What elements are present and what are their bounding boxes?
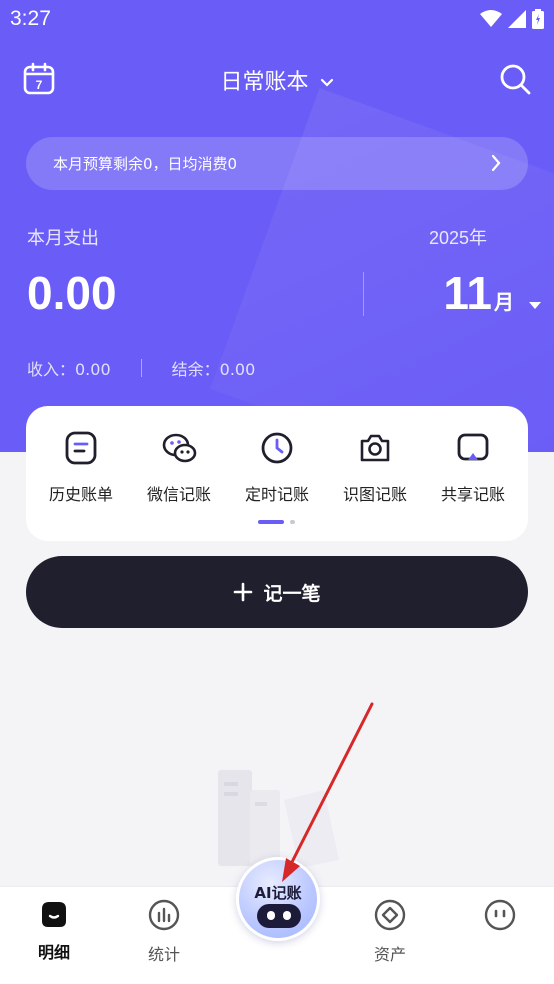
- caret-down-icon: [529, 302, 541, 309]
- monthly-spend-label: 本月支出: [27, 228, 99, 249]
- share-screen-icon: [457, 433, 489, 461]
- top-bar: 7 日常账本: [0, 54, 554, 106]
- quick-action-photo[interactable]: 识图记账: [326, 430, 424, 505]
- summary-divider: [140, 359, 142, 377]
- overview-divider: [363, 272, 364, 316]
- nav-label: 统计: [147, 945, 180, 964]
- status-bar: 3:27: [0, 0, 554, 38]
- empty-state-illustration: [218, 770, 339, 868]
- monthly-spend-value: 0.00: [27, 267, 117, 319]
- ai-bookkeeping-button[interactable]: AI记账: [236, 857, 320, 941]
- year-label: 2025年: [428, 228, 487, 248]
- chevron-right-icon: [491, 154, 501, 172]
- quick-action-label: 微信记账: [146, 485, 211, 504]
- wechat-icon: [162, 433, 197, 463]
- pager-dot-active: [258, 520, 284, 524]
- profile-face-icon: [484, 899, 516, 931]
- nav-tab-profile[interactable]: [450, 899, 550, 941]
- budget-banner[interactable]: 本月预算剩余0，日均消费0: [26, 137, 528, 190]
- quick-action-label: 共享记账: [440, 485, 505, 504]
- nav-label: 资产: [373, 945, 406, 964]
- balance-text: 结余：0.00: [171, 360, 256, 379]
- add-record-button[interactable]: 记一笔: [26, 556, 528, 628]
- nav-tab-detail[interactable]: 明细: [4, 899, 104, 963]
- signal-icon: [508, 10, 526, 28]
- ai-button-label: AI记账: [254, 884, 302, 902]
- chevron-down-icon: [320, 78, 333, 87]
- pager-dot: [290, 520, 295, 524]
- quick-action-label: 历史账单: [48, 485, 113, 504]
- nav-label: 明细: [37, 943, 70, 962]
- month-unit: 月: [494, 290, 514, 314]
- search-icon[interactable]: [498, 62, 532, 96]
- quick-action-label: 定时记账: [244, 485, 309, 504]
- add-record-label: 记一笔: [263, 582, 321, 605]
- asset-diamond-icon: [374, 899, 406, 931]
- nav-tab-stats[interactable]: 统计: [114, 899, 214, 965]
- ledger-title: 日常账本: [220, 70, 309, 95]
- plus-icon: [234, 582, 253, 602]
- quick-action-shared[interactable]: 共享记账: [424, 430, 522, 505]
- month-selector[interactable]: 11 月: [443, 266, 541, 320]
- quick-actions-pager: [258, 520, 295, 524]
- quick-action-history[interactable]: 历史账单: [32, 430, 130, 505]
- stats-icon: [148, 899, 180, 931]
- ledger-selector[interactable]: 日常账本: [0, 64, 554, 96]
- quick-action-label: 识图记账: [342, 485, 407, 504]
- budget-text: 本月预算剩余0，日均消费0: [53, 155, 238, 173]
- wifi-icon: [480, 10, 502, 27]
- clock-icon: [261, 432, 293, 464]
- status-icons: [480, 9, 544, 29]
- battery-icon: [532, 9, 544, 29]
- quick-action-wechat[interactable]: 微信记账: [130, 430, 228, 505]
- month-number: 11: [443, 267, 492, 319]
- robot-face-icon: [257, 904, 301, 928]
- income-balance-summary: 收入：0.00 结余：0.00: [27, 356, 255, 380]
- quick-action-scheduled[interactable]: 定时记账: [228, 430, 326, 505]
- income-text: 收入：0.00: [27, 360, 111, 379]
- quick-actions-card: 历史账单 微信记账 定时记账 识图记账 共享记账: [26, 406, 528, 541]
- detail-home-icon: [42, 902, 66, 927]
- nav-tab-assets[interactable]: 资产: [340, 899, 440, 965]
- bill-list-icon: [65, 431, 97, 465]
- status-time: 3:27: [10, 7, 51, 30]
- camera-icon: [360, 434, 390, 462]
